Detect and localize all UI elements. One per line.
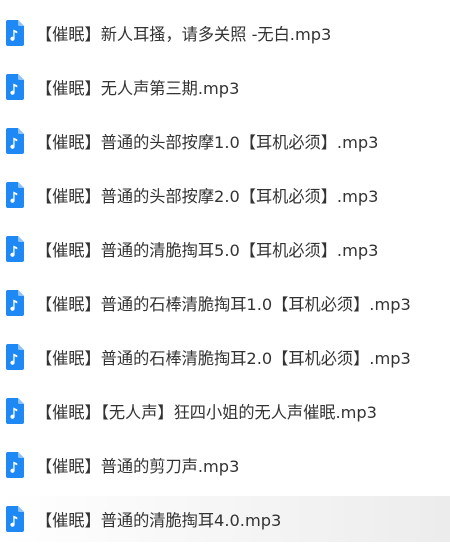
audio-file-icon: [6, 20, 24, 46]
file-row[interactable]: 【催眠】普通的头部按摩2.0【耳机必须】.mp3: [0, 172, 450, 218]
file-name: 【催眠】普通的头部按摩2.0【耳机必须】.mp3: [36, 187, 379, 206]
file-name: 【催眠】新人耳搔，请多关照 -无白.mp3: [36, 25, 332, 44]
audio-file-icon: [6, 344, 24, 370]
file-row[interactable]: 【催眠】新人耳搔，请多关照 -无白.mp3: [0, 10, 450, 56]
audio-file-icon: [6, 236, 24, 262]
file-name: 【催眠】普通的剪刀声.mp3: [36, 457, 240, 476]
file-row[interactable]: 【催眠】普通的剪刀声.mp3: [0, 442, 450, 488]
audio-file-icon: [6, 398, 24, 424]
file-name: 【催眠】普通的头部按摩1.0【耳机必须】.mp3: [36, 133, 379, 152]
audio-file-icon: [6, 74, 24, 100]
file-row[interactable]: 【催眠】普通的头部按摩1.0【耳机必须】.mp3: [0, 118, 450, 164]
file-row[interactable]: 【催眠】普通的石棒清脆掏耳1.0【耳机必须】.mp3: [0, 280, 450, 326]
file-list: 【催眠】新人耳搔，请多关照 -无白.mp3 【催眠】无人声第三期.mp3 【催眠…: [0, 0, 450, 545]
file-name: 【催眠】普通的清脆掏耳4.0.mp3: [36, 511, 282, 530]
file-row[interactable]: 【催眠】无人声第三期.mp3: [0, 64, 450, 110]
file-name: 【催眠】【无人声】狂四小姐的无人声催眠.mp3: [36, 403, 377, 422]
audio-file-icon: [6, 182, 24, 208]
file-row[interactable]: 【催眠】普通的清脆掏耳4.0.mp3: [0, 496, 450, 542]
file-name: 【催眠】无人声第三期.mp3: [36, 79, 240, 98]
audio-file-icon: [6, 128, 24, 154]
file-name: 【催眠】普通的石棒清脆掏耳1.0【耳机必须】.mp3: [36, 295, 411, 314]
audio-file-icon: [6, 290, 24, 316]
file-name: 【催眠】普通的石棒清脆掏耳2.0【耳机必须】.mp3: [36, 349, 411, 368]
file-name: 【催眠】普通的清脆掏耳5.0【耳机必须】.mp3: [36, 241, 379, 260]
file-row[interactable]: 【催眠】【无人声】狂四小姐的无人声催眠.mp3: [0, 388, 450, 434]
file-row[interactable]: 【催眠】普通的清脆掏耳5.0【耳机必须】.mp3: [0, 226, 450, 272]
audio-file-icon: [6, 452, 24, 478]
audio-file-icon: [6, 506, 24, 532]
file-row[interactable]: 【催眠】普通的石棒清脆掏耳2.0【耳机必须】.mp3: [0, 334, 450, 380]
